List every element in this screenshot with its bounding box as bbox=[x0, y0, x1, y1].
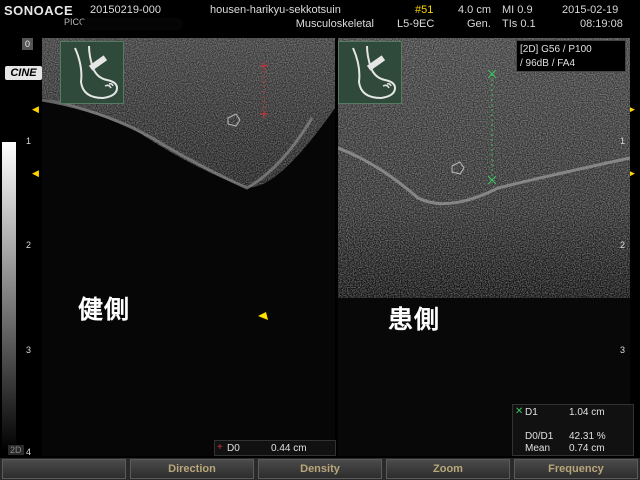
depth-mark-4: 4 bbox=[26, 447, 32, 457]
params-line-2: / 96dB / FA4 bbox=[520, 58, 576, 69]
hospital-name: housen-harikyu-sekkotsuin bbox=[210, 4, 341, 16]
tis-readout: TIs 0.1 bbox=[502, 18, 536, 30]
depth-mark-3-right: 3 bbox=[620, 345, 626, 355]
zoom-button[interactable]: Zoom bbox=[386, 459, 510, 479]
exam-time: 08:19:08 bbox=[580, 18, 623, 30]
image-parameters: [2D] G56 / P100 / 96dB / FA4 bbox=[516, 40, 626, 72]
label-healthy-side: 健側 bbox=[78, 295, 131, 324]
focus-marker-icon: ◀ bbox=[32, 104, 39, 114]
cine-button[interactable]: CINE bbox=[5, 66, 42, 80]
d0-value: 0.44 cm bbox=[271, 443, 307, 454]
d1-label: D1 bbox=[525, 407, 538, 418]
mi-readout: MI 0.9 bbox=[502, 4, 533, 16]
density-button[interactable]: Density bbox=[258, 459, 382, 479]
probe-position-icon bbox=[60, 41, 124, 104]
direction-button[interactable]: Direction bbox=[130, 459, 254, 479]
grayscale-bar bbox=[2, 142, 16, 452]
depth-readout: 4.0 cm bbox=[458, 4, 492, 16]
ratio-label: D0/D1 bbox=[525, 431, 554, 442]
exam-date: 2015-02-19 bbox=[562, 4, 619, 16]
depth-mark-2: 2 bbox=[26, 240, 32, 250]
params-line-1: [2D] G56 / P100 bbox=[520, 44, 592, 55]
redacted-patient-name bbox=[82, 19, 182, 29]
zero-badge: 0 bbox=[22, 38, 33, 50]
depth-mark-1: 1 bbox=[26, 136, 32, 146]
patient-id: 20150219-000 bbox=[90, 4, 161, 16]
header-bar: SONOACE PICO 20150219-000 housen-harikyu… bbox=[0, 0, 640, 36]
softkey-bar: Direction Density Zoom Frequency bbox=[0, 458, 640, 480]
caliper-x-icon: ✕ bbox=[515, 406, 524, 417]
depth-mark-1-right: 1 bbox=[620, 136, 626, 146]
probe-name: L5-9EC bbox=[397, 18, 435, 30]
measurement-d0: + D0 0.44 cm bbox=[214, 440, 336, 456]
measurement-panel: ✕ D1 1.04 cm D0/D1 42.31 % Mean 0.74 cm bbox=[512, 404, 634, 456]
brand-logo: SONOACE bbox=[4, 3, 74, 18]
label-affected-side: 患側 bbox=[388, 305, 441, 334]
gen-readout: Gen. bbox=[467, 18, 491, 30]
caliper-plus-icon: + bbox=[217, 442, 223, 453]
mode-tag: 2D bbox=[8, 445, 24, 455]
softkey-empty[interactable] bbox=[2, 459, 126, 479]
ratio-value: 42.31 % bbox=[569, 431, 606, 442]
d0-label: D0 bbox=[227, 443, 240, 454]
frame-number: #51 bbox=[415, 4, 434, 16]
probe-position-icon bbox=[338, 41, 402, 104]
depth-mark-2-right: 2 bbox=[620, 240, 626, 250]
frequency-button[interactable]: Frequency bbox=[514, 459, 638, 479]
mean-label: Mean bbox=[525, 443, 551, 454]
mean-value: 0.74 cm bbox=[569, 443, 605, 454]
depth-mark-3: 3 bbox=[26, 345, 32, 355]
focus-marker-icon: ◀ bbox=[32, 168, 39, 178]
exam-preset: Musculoskeletal bbox=[295, 18, 374, 30]
d1-value: 1.04 cm bbox=[569, 407, 605, 418]
